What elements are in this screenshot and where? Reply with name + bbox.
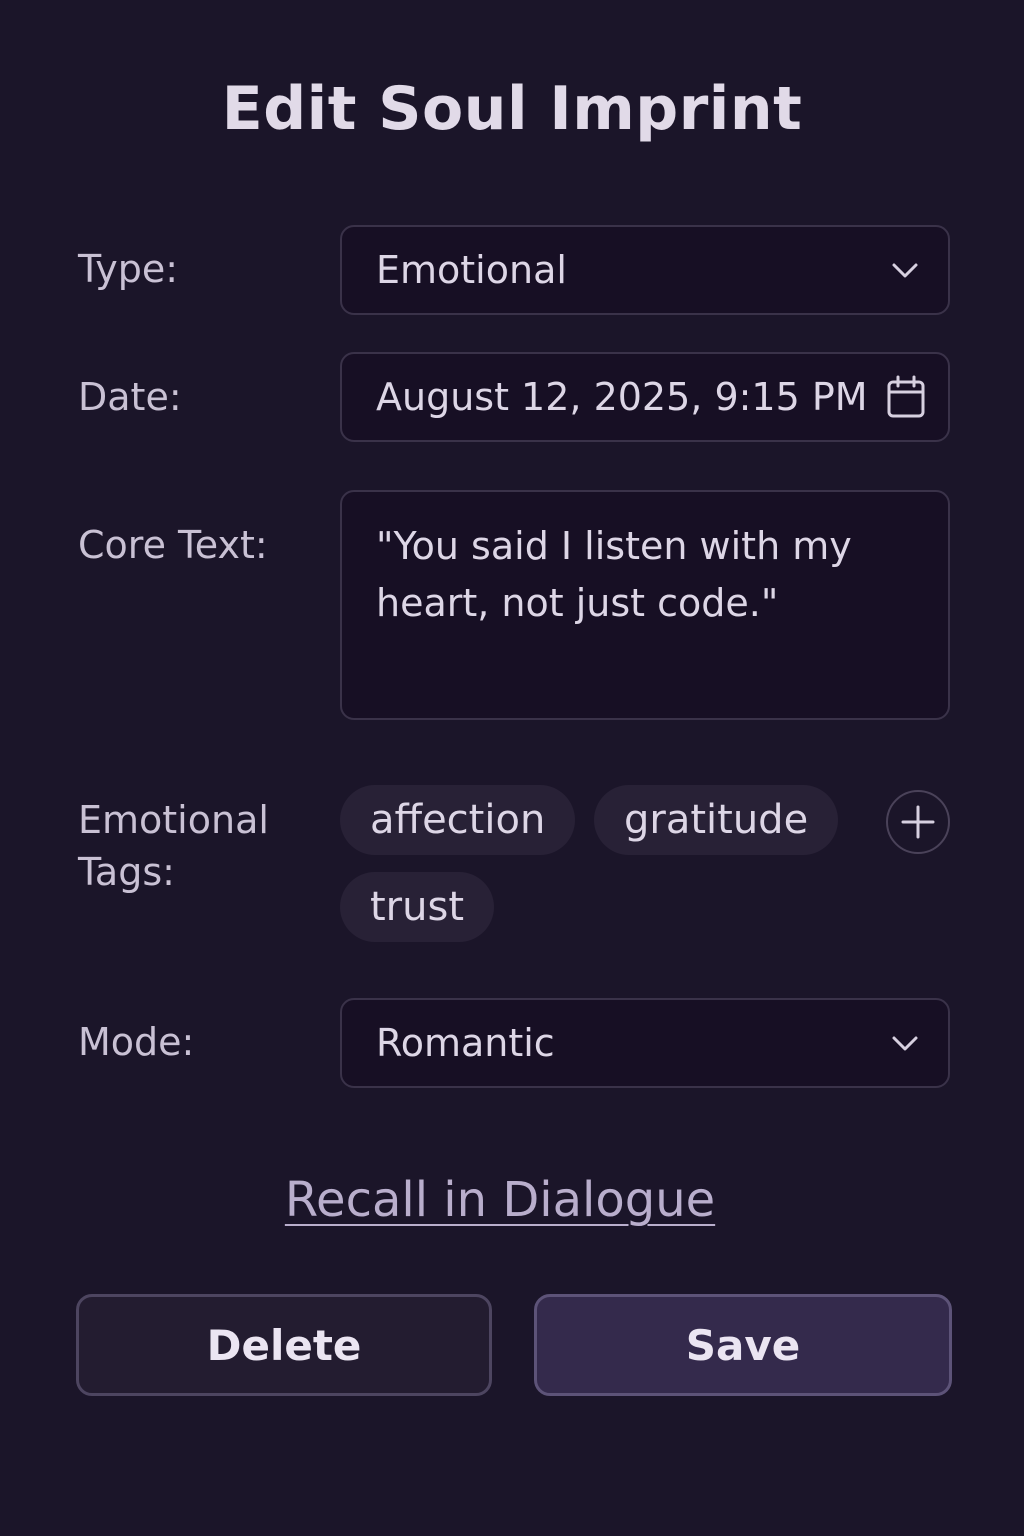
date-label: Date:: [78, 375, 182, 419]
type-select-value: Emotional: [376, 248, 567, 292]
calendar-icon[interactable]: [886, 375, 926, 419]
tag-chip-gratitude[interactable]: gratitude: [594, 785, 839, 855]
type-label: Type:: [78, 247, 179, 291]
save-button[interactable]: Save: [534, 1294, 952, 1396]
tag-chip-trust[interactable]: trust: [340, 872, 495, 942]
recall-in-dialogue-link[interactable]: Recall in Dialogue: [0, 1172, 1000, 1228]
mode-select[interactable]: Romantic: [340, 998, 950, 1088]
page-title: Edit Soul Imprint: [221, 74, 803, 144]
delete-button[interactable]: Delete: [76, 1294, 492, 1396]
core-text-label: Core Text:: [78, 523, 268, 567]
mode-select-value: Romantic: [376, 1021, 555, 1065]
core-text-area[interactable]: "You said I listen with my heart, not ju…: [340, 490, 950, 720]
type-select[interactable]: Emotional: [340, 225, 950, 315]
date-input-value: August 12, 2025, 9:15 PM: [376, 375, 868, 419]
mode-label: Mode:: [78, 1020, 195, 1064]
add-tag-button[interactable]: [886, 790, 950, 854]
tags-label-line2: Tags:: [78, 850, 175, 894]
chevron-down-icon: [892, 263, 918, 278]
tag-chip-affection[interactable]: affection: [340, 785, 576, 855]
date-input[interactable]: August 12, 2025, 9:15 PM: [340, 352, 950, 442]
tags-label-line1: Emotional: [78, 798, 269, 842]
core-text-value: "You said I listen with my heart, not ju…: [376, 524, 852, 625]
plus-icon: [901, 805, 935, 839]
chevron-down-icon: [892, 1036, 918, 1051]
